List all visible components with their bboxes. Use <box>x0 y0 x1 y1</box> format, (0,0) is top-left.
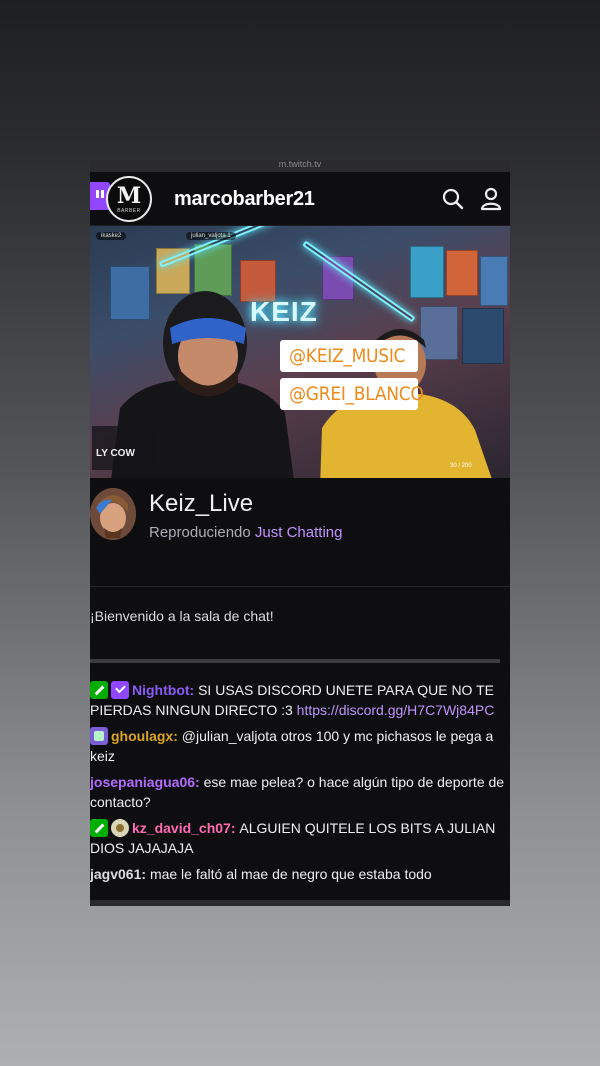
chat-message-list: Nightbot: SI USAS DISCORD UNETE PARA QUE… <box>90 680 510 890</box>
viewer-chip: ikaske2 <box>96 232 127 240</box>
chat-username[interactable]: josepaniagua06 <box>90 774 195 790</box>
channel-avatar-logo[interactable]: M BARBER <box>106 176 152 222</box>
chat-text: mae le faltó al mae de negro que estaba … <box>149 866 432 882</box>
chat-message: Nightbot: SI USAS DISCORD UNETE PARA QUE… <box>90 680 510 720</box>
search-icon[interactable] <box>442 188 464 210</box>
chat-divider <box>90 659 500 663</box>
chat-link[interactable]: https://discord.gg/H7C7Wj84PC <box>297 702 495 718</box>
chat-username[interactable]: jagv061 <box>90 866 141 882</box>
overlay-logo-text: LY COW <box>96 448 135 459</box>
chat-separator: : <box>141 866 150 882</box>
logo-letter: M <box>116 183 142 209</box>
chat-separator: : <box>195 774 204 790</box>
channel-title[interactable]: marcobarber21 <box>174 188 315 211</box>
logo-subtext: BARBER <box>117 208 141 214</box>
stream-info-panel: Keiz_Live Reproduciendo Just Chatting <box>90 478 510 587</box>
top-navigation-bar: M BARBER marcobarber21 <box>90 172 510 226</box>
neon-frame <box>302 240 416 323</box>
mod-badge-icon[interactable] <box>90 681 108 699</box>
verified-badge-icon[interactable] <box>111 681 129 699</box>
chat-message: ghoulagx: @julian_valjota otros 100 y mc… <box>90 726 510 766</box>
chat-separator: : <box>189 682 199 698</box>
chat-username[interactable]: Nightbot <box>132 682 190 698</box>
sub-badge-icon[interactable] <box>90 727 108 745</box>
overlay-counter: 30 / 200 <box>450 463 472 469</box>
category-link[interactable]: Just Chatting <box>255 524 343 541</box>
mod-badge-icon[interactable] <box>90 819 108 837</box>
streamer-name[interactable]: Keiz_Live <box>149 490 253 518</box>
chat-message: kz_david_ch07: ALGUIEN QUITELE LOS BITS … <box>90 818 510 858</box>
chat-separator: : <box>173 728 182 744</box>
chat-message: josepaniagua06: ese mae pelea? o hace al… <box>90 772 510 812</box>
wall-poster <box>480 256 508 306</box>
streamer-avatar[interactable] <box>90 488 136 540</box>
wall-poster <box>446 250 478 296</box>
stream-category-line: Reproduciendo Just Chatting <box>149 524 342 541</box>
playing-label: Reproduciendo <box>149 524 251 541</box>
url-bar[interactable]: m.twitch.tv <box>90 160 510 172</box>
chat-message: jagv061: mae le faltó al mae de negro qu… <box>90 864 510 884</box>
chat-welcome-message: ¡Bienvenido a la sala de chat! <box>90 608 274 624</box>
chat-username[interactable]: kz_david_ch07 <box>132 820 231 836</box>
scrollbar[interactable] <box>90 900 510 906</box>
user-icon[interactable] <box>480 187 502 211</box>
chat-username[interactable]: ghoulagx <box>111 728 173 744</box>
instagram-tag: @KEIZ_MUSIC <box>280 340 418 372</box>
phone-screen: m.twitch.tv M BARBER marcobarber21 KEIZ … <box>90 160 510 906</box>
wall-poster <box>410 246 444 298</box>
instagram-tag: @GREI_BLANCO <box>280 378 424 410</box>
viewer-chip: julian_valjota 1 <box>186 232 236 240</box>
gift-badge-icon[interactable] <box>111 819 129 837</box>
overlay-logo: LY COW <box>92 426 154 470</box>
